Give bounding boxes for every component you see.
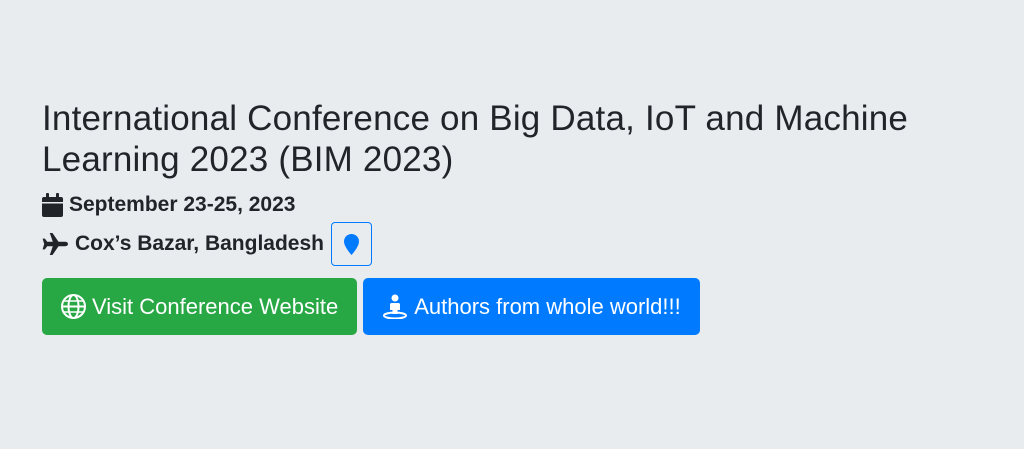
conference-date: September 23-25, 2023 (69, 193, 296, 216)
conference-date-row: September 23-25, 2023 (42, 190, 982, 220)
conference-title: International Conference on Big Data, Io… (42, 99, 909, 179)
calendar-icon (42, 193, 63, 217)
authors-world-label: Authors from whole world!!! (414, 293, 681, 319)
conference-card: International Conference on Big Data, Io… (42, 98, 982, 335)
visit-website-label: Visit Conference Website (92, 293, 339, 319)
person-icon (382, 294, 408, 319)
visit-website-button[interactable]: Visit Conference Website (42, 278, 358, 335)
globe-icon (61, 294, 86, 319)
plane-icon (42, 233, 69, 255)
map-marker-icon (343, 233, 359, 255)
map-location-button[interactable] (330, 222, 372, 266)
conference-location-row: Cox’s Bazar, Bangladesh (42, 222, 982, 266)
action-buttons: Visit Conference Website Authors from wh… (42, 278, 982, 335)
conference-location: Cox’s Bazar, Bangladesh (75, 232, 324, 255)
authors-world-button[interactable]: Authors from whole world!!! (363, 278, 700, 335)
